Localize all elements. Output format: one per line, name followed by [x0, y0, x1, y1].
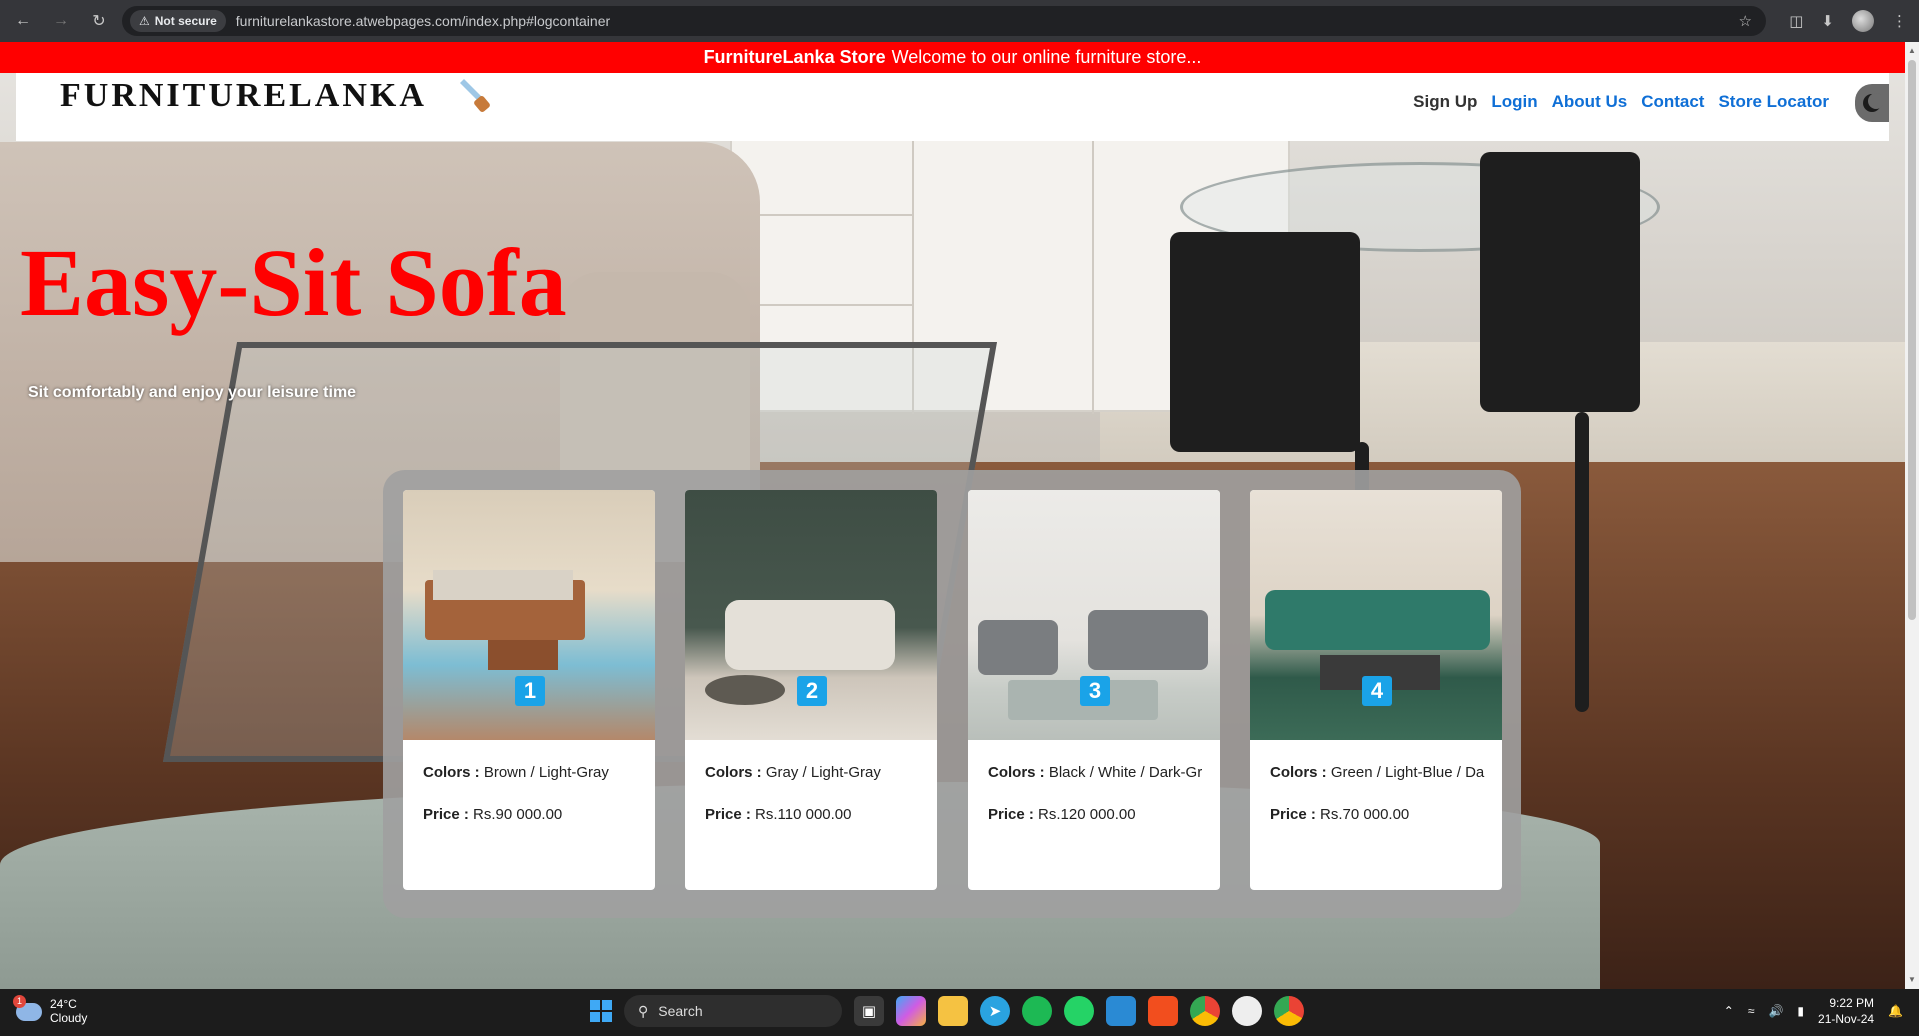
- security-badge[interactable]: ⚠ Not secure: [130, 10, 226, 32]
- product-image: 4: [1250, 490, 1502, 740]
- product-number-badge: 3: [1080, 676, 1110, 706]
- telegram-icon[interactable]: ➤: [980, 996, 1010, 1026]
- security-label: Not secure: [154, 14, 217, 28]
- moon-icon: [1863, 93, 1883, 112]
- product-image: 3: [968, 490, 1220, 740]
- forward-icon[interactable]: →: [46, 6, 76, 36]
- nav-sign-up[interactable]: Sign Up: [1413, 92, 1477, 112]
- search-label: Search: [658, 1003, 703, 1019]
- nav-contact[interactable]: Contact: [1641, 92, 1704, 112]
- saw-logo-icon: [460, 79, 490, 112]
- product-colors: Black / White / Dark-Gr: [1048, 764, 1203, 781]
- hero-title: Easy-Sit Sofa: [20, 229, 567, 336]
- page-scrollbar[interactable]: ▲ ▼: [1905, 42, 1919, 989]
- product-card[interactable]: 3 Colors : Black / White / Dark-Gr Price…: [968, 490, 1220, 890]
- weather-widget[interactable]: 1 24°C Cloudy: [13, 995, 88, 1025]
- scroll-thumb[interactable]: [1908, 60, 1916, 620]
- price-label: Price :: [988, 806, 1034, 823]
- weather-temp: 24°C: [50, 997, 77, 1011]
- bookmark-star-icon[interactable]: ☆: [1739, 12, 1752, 30]
- figma-icon[interactable]: [1148, 996, 1178, 1026]
- site-logo[interactable]: FURNITURELANKA: [60, 77, 427, 115]
- colors-label: Colors :: [423, 764, 480, 781]
- clock-date: 21-Nov-24: [1818, 1012, 1875, 1026]
- download-icon[interactable]: ⬇: [1821, 12, 1834, 30]
- chrome-profile-icon[interactable]: [1274, 996, 1304, 1026]
- start-button[interactable]: [590, 1000, 612, 1022]
- product-price: Rs.110 000.00: [755, 806, 852, 823]
- file-explorer-icon[interactable]: [938, 996, 968, 1026]
- scroll-down-icon[interactable]: ▼: [1905, 973, 1919, 987]
- taskbar-search[interactable]: ⚲ Search: [624, 995, 842, 1027]
- product-card[interactable]: 4 Colors : Green / Light-Blue / Da Price…: [1250, 490, 1502, 890]
- whatsapp-icon[interactable]: [1064, 996, 1094, 1026]
- extensions-icon[interactable]: ◫: [1789, 12, 1803, 30]
- colors-label: Colors :: [988, 764, 1045, 781]
- product-price: Rs.90 000.00: [473, 806, 563, 823]
- panda-app-icon[interactable]: [1232, 996, 1262, 1026]
- nav-links: Sign Up Login About Us Contact Store Loc…: [1413, 92, 1829, 112]
- tray-chevron-icon[interactable]: ⌃: [1724, 1004, 1734, 1018]
- profile-avatar[interactable]: [1852, 10, 1874, 32]
- hero-subtitle: Sit comfortably and enjoy your leisure t…: [28, 384, 357, 401]
- price-label: Price :: [423, 806, 469, 823]
- banner-brand: FurnitureLanka Store: [703, 47, 886, 67]
- site-navbar: FURNITURELANKA Sign Up Login About Us Co…: [16, 73, 1889, 141]
- volume-icon[interactable]: 🔊: [1768, 1004, 1783, 1018]
- page-viewport: FurnitureLanka Store Welcome to our onli…: [0, 42, 1905, 989]
- nav-login[interactable]: Login: [1491, 92, 1537, 112]
- url-text[interactable]: furniturelankastore.atwebpages.com/index…: [236, 13, 610, 29]
- product-number-badge: 2: [797, 676, 827, 706]
- product-colors: Brown / Light-Gray: [483, 764, 609, 781]
- weather-badge: 1: [13, 995, 26, 1008]
- dark-mode-toggle[interactable]: [1855, 84, 1889, 122]
- banner-message: Welcome to our online furniture store...: [891, 47, 1202, 67]
- notification-bell-icon[interactable]: 🔔: [1888, 1004, 1903, 1018]
- weather-desc: Cloudy: [50, 1011, 88, 1025]
- chrome-icon[interactable]: [1190, 996, 1220, 1026]
- product-panel: 1 Colors : Brown / Light-Gray Price : Rs…: [383, 470, 1521, 918]
- back-icon[interactable]: ←: [8, 6, 38, 36]
- task-view-icon[interactable]: ▣: [854, 996, 884, 1026]
- product-price: Rs.70 000.00: [1320, 806, 1410, 823]
- address-bar[interactable]: ⚠ Not secure furniturelankastore.atwebpa…: [122, 6, 1766, 36]
- copilot-icon[interactable]: [896, 996, 926, 1026]
- wifi-icon[interactable]: ≈: [1748, 1004, 1755, 1018]
- price-label: Price :: [705, 806, 751, 823]
- search-icon: ⚲: [638, 1002, 649, 1019]
- announcement-banner: FurnitureLanka Store Welcome to our onli…: [0, 42, 1905, 73]
- nav-about-us[interactable]: About Us: [1552, 92, 1628, 112]
- colors-label: Colors :: [705, 764, 762, 781]
- product-price: Rs.120 000.00: [1038, 806, 1136, 823]
- product-card[interactable]: 1 Colors : Brown / Light-Gray Price : Rs…: [403, 490, 655, 890]
- price-label: Price :: [1270, 806, 1316, 823]
- browser-toolbar: ← → ↻ ⚠ Not secure furniturelankastore.a…: [0, 0, 1919, 42]
- product-image: 1: [403, 490, 655, 740]
- colors-label: Colors :: [1270, 764, 1327, 781]
- product-number-badge: 1: [515, 676, 545, 706]
- warning-icon: ⚠: [139, 14, 150, 28]
- reload-icon[interactable]: ↻: [84, 6, 114, 36]
- vscode-icon[interactable]: [1106, 996, 1136, 1026]
- nav-store-locator[interactable]: Store Locator: [1718, 92, 1829, 112]
- menu-icon[interactable]: ⋮: [1892, 12, 1907, 30]
- windows-taskbar: 1 24°C Cloudy ⚲ Search ▣ ➤ ⌃ ≈ 🔊 ▮ 9:22 …: [0, 989, 1919, 1036]
- battery-icon[interactable]: ▮: [1797, 1004, 1804, 1018]
- product-colors: Gray / Light-Gray: [765, 764, 881, 781]
- product-card[interactable]: 2 Colors : Gray / Light-Gray Price : Rs.…: [685, 490, 937, 890]
- clock[interactable]: 9:22 PM 21-Nov-24: [1818, 995, 1874, 1027]
- clock-time: 9:22 PM: [1829, 996, 1875, 1010]
- product-image: 2: [685, 490, 937, 740]
- scroll-up-icon[interactable]: ▲: [1905, 44, 1919, 58]
- product-colors: Green / Light-Blue / Da: [1330, 764, 1485, 781]
- product-number-badge: 4: [1362, 676, 1392, 706]
- spotify-icon[interactable]: [1022, 996, 1052, 1026]
- cloud-icon: 1: [13, 995, 42, 1021]
